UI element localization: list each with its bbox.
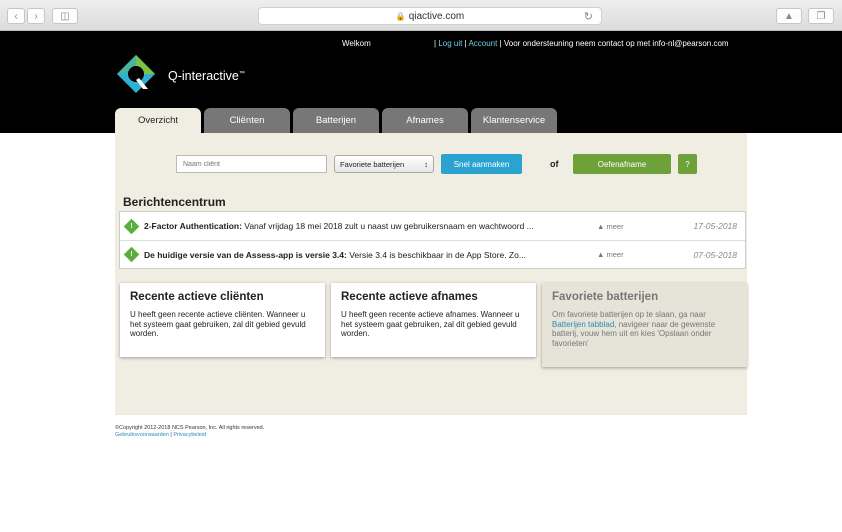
separator: | [170,432,172,438]
card-title: Recente actieve cliënten [130,291,264,303]
card-title: Recente actieve afnames [341,291,478,303]
back-icon[interactable]: ‹ [7,8,25,24]
practice-button[interactable]: Oefenafname [573,154,671,174]
more-link[interactable]: ▲ meer [597,222,624,231]
help-button[interactable]: ? [678,154,697,174]
main-content: Favoriete batterijen ↕ Snel aanmaken of … [115,133,747,414]
select-value: Favoriete batterijen [340,159,405,169]
share-icon[interactable]: ▲ [776,8,802,24]
address-bar[interactable]: 🔒 qiactive.com ↻ [258,7,602,25]
message-center-title: Berichtencentrum [123,195,226,209]
alert-icon: ! [123,218,140,234]
welcome-text: Welkom [342,39,371,48]
browser-toolbar: ‹ › ◫ 🔒 qiactive.com ↻ ▲ ❐ [0,0,842,31]
site-header: Welkom | Log uit | Account | Voor onders… [0,31,842,133]
reload-icon[interactable]: ↻ [584,10,593,23]
message-text: De huidige versie van de Assess-app is v… [144,249,526,260]
logout-link[interactable]: Log uit [438,39,462,48]
privacy-link[interactable]: Privacybeleid [173,432,206,438]
message-row[interactable]: ! 2-Factor Authentication: Vanaf vrijdag… [120,212,745,240]
tab-klantenservice[interactable]: Klantenservice [471,108,557,133]
recent-clients-card: Recente actieve cliënten U heeft geen re… [120,283,325,357]
card-title: Favoriete batterijen [552,291,659,303]
message-date: 17-05-2018 [693,221,737,231]
brand-name: Q-interactive™ [168,69,245,83]
alert-icon: ! [123,246,140,263]
message-date: 07-05-2018 [693,249,737,260]
browser-actions: ▲ ❐ [776,8,834,24]
battery-select[interactable]: Favoriete batterijen ↕ [334,155,434,173]
q-logo-icon[interactable] [115,53,157,95]
message-list: ! 2-Factor Authentication: Vanaf vrijdag… [119,211,746,269]
batteries-tab-link[interactable]: Batterijen tabblad [552,320,614,329]
more-link[interactable]: ▲ meer [597,250,624,259]
terms-link[interactable]: Gebruiksvoorwaarden [115,432,169,438]
tab-overzicht[interactable]: Overzicht [115,108,201,133]
lock-icon: 🔒 [395,11,406,21]
client-search-input[interactable] [176,155,327,173]
card-text: Om favoriete batterijen op te slaan, ga … [552,310,716,348]
url-text: qiactive.com [408,10,465,22]
forward-icon[interactable]: › [27,8,45,24]
or-label: of [550,159,559,169]
copyright: ©Copyright 2012-2018 NCS Pearson, Inc. A… [115,425,265,431]
browser-nav: ‹ › ◫ [7,8,78,24]
recent-assessments-card: Recente actieve afnames U heeft geen rec… [331,283,536,357]
footer-divider [115,414,747,415]
top-links: | Log uit | Account | Voor ondersteuning… [434,39,729,48]
tabs-icon[interactable]: ❐ [808,8,834,24]
select-arrows-icon: ↕ [424,159,428,169]
tab-clienten[interactable]: Cliënten [204,108,290,133]
message-text: 2-Factor Authentication: Vanaf vrijdag 1… [144,221,534,231]
favorite-batteries-card: Favoriete batterijen Om favoriete batter… [542,283,747,367]
card-text: U heeft geen recente actieve cliënten. W… [130,310,306,338]
quick-create-button[interactable]: Snel aanmaken [441,154,522,174]
tab-batterijen[interactable]: Batterijen [293,108,379,133]
card-text: U heeft geen recente actieve afnames. Wa… [341,310,520,338]
tab-afnames[interactable]: Afnames [382,108,468,133]
footer-links: Gebruiksvoorwaarden | Privacybeleid [115,432,206,438]
sidebar-icon[interactable]: ◫ [52,8,78,24]
account-link[interactable]: Account [468,39,497,48]
message-row[interactable]: ! De huidige versie van de Assess-app is… [120,240,745,268]
main-tabs: Overzicht Cliënten Batterijen Afnames Kl… [115,108,560,133]
support-text: Voor ondersteuning neem contact op met i… [503,39,729,48]
